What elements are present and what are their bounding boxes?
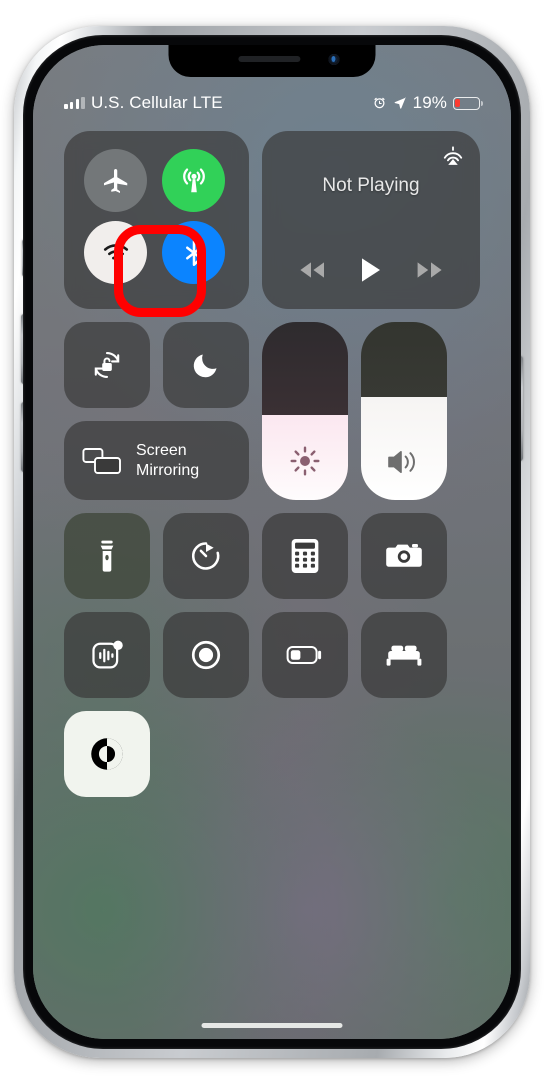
status-bar-right: 19% xyxy=(372,93,484,113)
do-not-disturb-button[interactable] xyxy=(163,322,249,408)
bluetooth-button[interactable] xyxy=(162,221,225,284)
play-button[interactable] xyxy=(360,257,382,283)
screen-recording-button[interactable] xyxy=(163,612,249,698)
rewind-button[interactable] xyxy=(297,261,327,279)
now-playing-module[interactable]: Not Playing xyxy=(262,131,480,309)
media-controls xyxy=(262,257,480,283)
rotation-lock-button[interactable] xyxy=(64,322,150,408)
front-camera-icon xyxy=(328,54,340,65)
alarm-clock-icon xyxy=(372,96,387,111)
phone-screen: U.S. Cellular LTE 19% Not Playing Screen… xyxy=(33,45,511,1039)
connectivity-grid xyxy=(84,149,249,293)
dark-mode-button[interactable] xyxy=(64,711,150,797)
flashlight-button[interactable] xyxy=(64,513,150,599)
now-playing-title: Not Playing xyxy=(322,175,420,196)
slider-group xyxy=(262,322,447,500)
control-center-row-1: Not Playing xyxy=(64,131,480,317)
battery-icon xyxy=(453,96,484,110)
battery-percent-label: 19% xyxy=(412,93,447,112)
tiles-row-2 xyxy=(64,612,480,698)
carrier-label: U.S. Cellular LTE xyxy=(90,93,223,112)
airplay-icon[interactable] xyxy=(440,143,466,169)
location-arrow-icon xyxy=(393,96,407,110)
earpiece-speaker-icon xyxy=(237,56,300,62)
low-power-mode-button[interactable] xyxy=(262,612,348,698)
fast-forward-button[interactable] xyxy=(415,261,445,279)
sleep-mode-button[interactable] xyxy=(361,612,447,698)
tiles-row-1 xyxy=(64,513,480,599)
tiles-row-3 xyxy=(64,711,480,797)
volume-slider[interactable] xyxy=(361,322,447,500)
notch xyxy=(168,45,376,77)
screen-mirroring-label: Screen Mirroring xyxy=(136,441,200,479)
home-indicator[interactable] xyxy=(201,1022,343,1028)
timer-button[interactable] xyxy=(163,513,249,599)
airplane-mode-button[interactable] xyxy=(84,149,147,212)
cellular-data-button[interactable] xyxy=(162,149,225,212)
wifi-button[interactable] xyxy=(84,221,147,284)
battery-fill xyxy=(455,98,461,108)
sound-recognition-button[interactable] xyxy=(64,612,150,698)
status-bar: U.S. Cellular LTE 19% xyxy=(33,91,511,115)
screen-mirroring-icon xyxy=(82,446,122,476)
calculator-button[interactable] xyxy=(262,513,348,599)
toggle-column: Screen Mirroring xyxy=(64,322,249,500)
control-center: Not Playing Screen Mirroring xyxy=(64,131,480,810)
connectivity-module[interactable] xyxy=(64,131,249,317)
control-center-row-2: Screen Mirroring xyxy=(64,322,480,500)
signal-strength-icon xyxy=(64,97,85,109)
screen-mirroring-button[interactable]: Screen Mirroring xyxy=(64,421,249,500)
screenshot-root: U.S. Cellular LTE 19% Not Playing Screen… xyxy=(0,0,544,1080)
brightness-slider[interactable] xyxy=(262,322,348,500)
status-bar-left: U.S. Cellular LTE xyxy=(64,93,223,113)
brightness-sun-icon xyxy=(262,444,348,478)
toggle-row xyxy=(64,322,249,408)
camera-button[interactable] xyxy=(361,513,447,599)
speaker-waves-icon xyxy=(361,446,447,478)
